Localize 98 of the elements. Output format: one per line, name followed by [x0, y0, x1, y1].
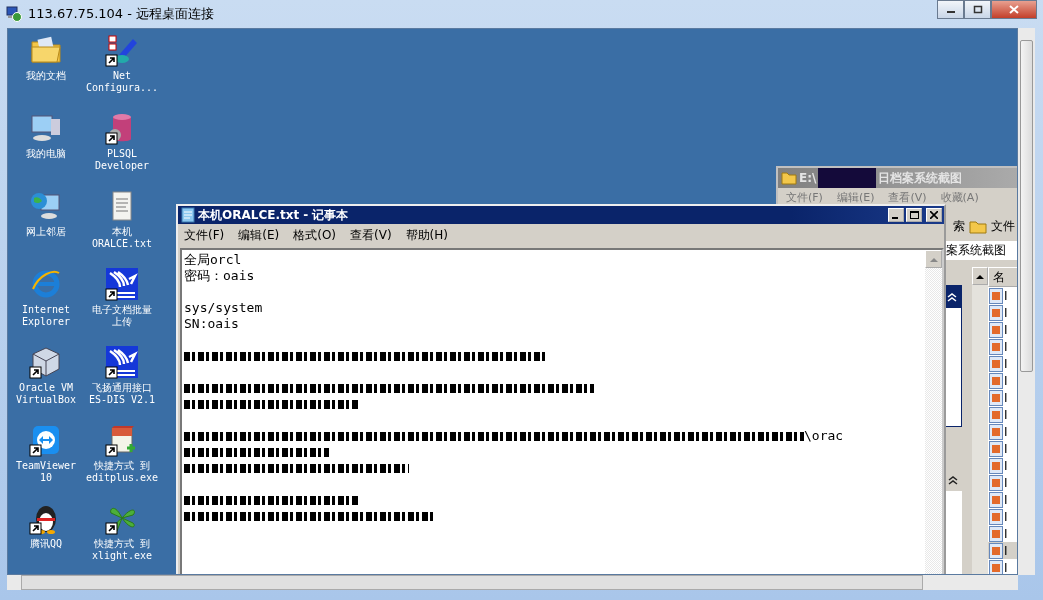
desktop-shortcut[interactable]: 本机 ORALCE.txt [84, 189, 160, 261]
text-line: 密码：oais [184, 268, 255, 284]
shortcut-label: TeamViewer 10 [15, 460, 77, 484]
window-title: 本机ORALCE.txt - 记事本 [198, 206, 349, 224]
text-line: 全局orcl [184, 252, 242, 268]
image-file-icon [989, 525, 1003, 542]
image-file-icon [989, 491, 1003, 508]
desktop-shortcut[interactable]: 快捷方式 到 editplus.exe [84, 423, 160, 495]
file-item[interactable]: I [988, 372, 1017, 389]
notepad-icon [181, 207, 195, 223]
collapse-icon[interactable] [948, 475, 958, 485]
window-title: 日档案系统截图 [878, 169, 963, 187]
file-item[interactable]: I [988, 355, 1017, 372]
shortcut-label: 我的文档 [26, 70, 66, 82]
shortcut-label: 快捷方式 到 xlight.exe [91, 538, 153, 562]
shortcut-label: 网上邻居 [26, 226, 66, 238]
file-item[interactable]: I [988, 406, 1017, 423]
desktop-shortcut[interactable]: PLSQL Developer [84, 111, 160, 183]
redaction-block [818, 168, 877, 188]
file-item[interactable]: I [988, 440, 1017, 457]
shortcut-label: 电子文档批量 上传 [92, 304, 152, 328]
shortcut-label: 我的电脑 [26, 148, 66, 160]
menu-item[interactable]: 帮助(H) [405, 226, 448, 244]
desktop-shortcut[interactable]: Oracle VM VirtualBox [8, 345, 84, 417]
desktop-shortcut[interactable]: Net Configura... [84, 33, 160, 105]
image-file-icon [989, 304, 1003, 321]
desktop-shortcut[interactable]: 电子文档批量 上传 [84, 267, 160, 339]
search-button[interactable]: 索 [953, 217, 965, 235]
column-header[interactable]: 名 [988, 267, 1017, 287]
file-item[interactable]: I [988, 525, 1017, 542]
shortcut-label: Net Configura... [85, 70, 159, 94]
file-item[interactable]: I [988, 321, 1017, 338]
desktop-shortcut[interactable]: 我的电脑 [8, 111, 84, 183]
image-file-icon [989, 372, 1003, 389]
address-field[interactable]: 案系统截图 [944, 241, 1017, 260]
file-item[interactable]: I [988, 491, 1017, 508]
image-file-icon [989, 338, 1003, 355]
desktop-shortcut[interactable]: Internet Explorer [8, 267, 84, 339]
shortcut-label: 快捷方式 到 editplus.exe [85, 460, 159, 484]
shortcut-label: 飞扬通用接口 ES-DIS V2.1 [88, 382, 156, 406]
shortcut-label: Internet Explorer [21, 304, 71, 328]
text-line: SN:oais [184, 316, 239, 332]
file-item[interactable]: I [988, 423, 1017, 440]
close-icon [930, 211, 938, 219]
restore-button[interactable] [964, 0, 991, 19]
minimize-button[interactable] [937, 0, 964, 19]
shortcut-label: 腾讯QQ [29, 538, 62, 550]
folder-icon [781, 171, 797, 185]
remote-desktop-icon [6, 6, 22, 22]
maximize-button[interactable] [906, 208, 922, 222]
file-item[interactable]: I [988, 559, 1017, 574]
image-file-icon [989, 474, 1003, 491]
image-file-icon [989, 457, 1003, 474]
folder-icon [969, 218, 987, 234]
restore-icon [972, 5, 983, 14]
image-file-icon [989, 423, 1003, 440]
desktop-shortcut[interactable]: TeamViewer 10 [8, 423, 84, 495]
close-icon [1009, 5, 1019, 14]
file-item[interactable]: I [988, 508, 1017, 525]
scroll-up-icon[interactable] [972, 267, 988, 285]
image-file-icon [989, 542, 1003, 559]
menu-item[interactable]: 文件(F) [184, 226, 225, 244]
file-item[interactable]: I [988, 287, 1017, 304]
image-file-icon [989, 321, 1003, 338]
shortcut-label: Oracle VM VirtualBox [15, 382, 77, 406]
file-item[interactable]: I [988, 457, 1017, 474]
scrollbar[interactable] [925, 250, 942, 574]
shortcut-label: 本机 ORALCE.txt [91, 226, 153, 250]
menu-item[interactable]: 查看(V) [350, 226, 392, 244]
scrollbar[interactable] [1018, 28, 1035, 575]
maximize-icon [909, 211, 919, 219]
desktop-shortcut[interactable]: 我的文档 [8, 33, 84, 105]
file-item[interactable]: I [988, 474, 1017, 491]
image-file-icon [989, 440, 1003, 457]
scroll-thumb[interactable] [1020, 40, 1033, 372]
text-line: \orac [804, 428, 844, 444]
image-file-icon [989, 508, 1003, 525]
file-item[interactable]: I [988, 389, 1017, 406]
file-item[interactable]: I [988, 338, 1017, 355]
file-item[interactable]: I [988, 304, 1017, 321]
image-file-icon [989, 406, 1003, 423]
desktop-shortcut[interactable]: 网上邻居 [8, 189, 84, 261]
file-item[interactable]: I [988, 542, 1017, 559]
folders-button[interactable]: 文件 [991, 217, 1015, 235]
window-title: 113.67.75.104 - 远程桌面连接 [28, 5, 215, 23]
menu-item[interactable]: 编辑(E) [238, 226, 280, 244]
shortcut-label: PLSQL Developer [94, 148, 150, 172]
desktop-shortcut[interactable]: 飞扬通用接口 ES-DIS V2.1 [84, 345, 160, 417]
image-file-icon [989, 559, 1003, 574]
image-file-icon [989, 287, 1003, 304]
window-title: E:\ [799, 171, 817, 185]
desktop-shortcut[interactable]: 腾讯QQ [8, 501, 84, 573]
scrollbar[interactable] [972, 267, 988, 574]
text-line: sys/system [184, 300, 263, 316]
image-file-icon [989, 389, 1003, 406]
image-file-icon [989, 355, 1003, 372]
menu-item[interactable]: 格式(O) [293, 226, 337, 244]
desktop-shortcut[interactable]: 快捷方式 到 xlight.exe [84, 501, 160, 573]
